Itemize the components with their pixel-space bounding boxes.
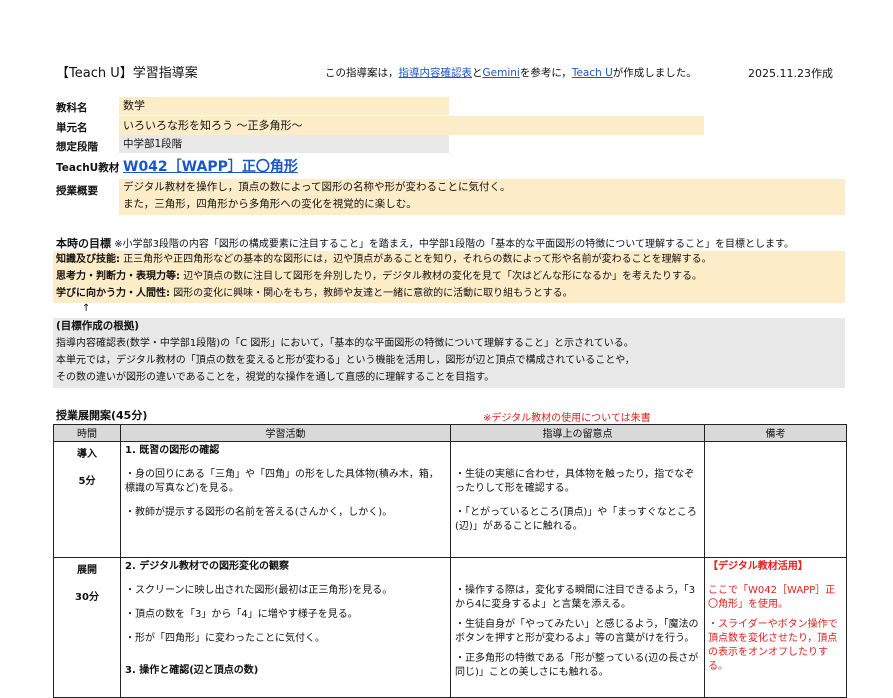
lesson-plan-table: 時間 学習活動 指導上の留意点 備考 導入 5分 1. 既習の図形の確認 ・身の…	[53, 424, 847, 698]
basis-box: (目標作成の根拠) 指導内容確認表(数学・中学部1段階)の「C 図形」において，…	[53, 318, 845, 388]
row2-time-cell: 展開 30分	[53, 557, 121, 698]
creation-date: 2025.11.23作成	[748, 67, 833, 80]
basis-line-2: 本単元では，デジタル教材の「頂点の数を変えると形が変わる」という機能を活用し，図…	[56, 355, 635, 366]
header-activity: 学習活動	[120, 424, 451, 442]
row1-points-cell: ・生徒の実態に合わせ，具体物を触ったり，指でなぞったりして形を確認する。 ・「と…	[450, 441, 705, 558]
overview-line-2: また，三角形，四角形から多角形への変化を視覚的に楽しむ。	[123, 198, 417, 210]
header-points: 指導上の留意点	[450, 424, 705, 442]
row1-phase: 導入	[77, 449, 97, 460]
basis-title: (目標作成の根拠)	[56, 320, 140, 332]
header-time: 時間	[53, 424, 121, 442]
arrow-up-icon: ↑	[82, 303, 91, 314]
material-label: TeachU教材	[56, 162, 120, 174]
row1-heading: 1. 既習の図形の確認	[125, 445, 220, 456]
goal-attitude-text: 図形の変化に興味・関心をもち，教師や友達と一緒に意欲的に活動に取り組もうとする。	[173, 288, 573, 299]
overview-box: デジタル教材を操作し，頂点の数によって図形の名称や形が変わることに気付く。 また…	[119, 179, 845, 215]
row1-activity-1: ・身の回りにある「三角」や「四角」の形をした具体物(積み木，箱，標識の写真など)…	[125, 469, 439, 494]
goal-knowledge-label: 知識及び技能:	[56, 254, 120, 265]
row1-duration: 5分	[78, 476, 96, 487]
row2-activity-2: ・頂点の数を「3」から「4」に増やす様子を見る。	[125, 609, 358, 620]
goal-attitude-label: 学びに向かう力・人間性:	[56, 288, 170, 299]
subject-value: 数学	[119, 97, 449, 115]
overview-line-1: デジタル教材を操作し，頂点の数によって図形の名称や形が変わることに気付く。	[123, 181, 511, 193]
row2-heading: 2. デジタル教材での図形変化の観察	[125, 561, 290, 572]
goal-thinking-text: 辺や頂点の数に注目して図形を弁別したり，デジタル教材の変化を見て「次はどんな形に…	[183, 271, 702, 282]
document-title: 【Teach U】学習指導案	[56, 66, 198, 81]
row1-point-1: ・生徒の実態に合わせ，具体物を触ったり，指でなぞったりして形を確認する。	[455, 469, 695, 494]
table-row: 導入 5分 1. 既習の図形の確認 ・身の回りにある「三角」や「四角」の形をした…	[53, 441, 847, 558]
material-link[interactable]: W042［WAPP］正〇角形	[123, 156, 298, 176]
goal-knowledge: 知識及び技能: 正三角形や正四角形などの基本的な図形には，辺や頂点があることを知…	[53, 251, 845, 268]
stage-label: 想定段階	[56, 141, 98, 153]
gemini-link[interactable]: Gemini	[483, 67, 520, 79]
goals-note: ※小学部3段階の内容「図形の構成要素に注目すること」を踏まえ，中学部1段階の「基…	[114, 239, 794, 250]
goals-heading: 本時の目標 ※小学部3段階の内容「図形の構成要素に注目すること」を踏まえ，中学部…	[56, 235, 794, 251]
row2-remarks-cell: 【デジタル教材活用】 ここで「W042［WAPP］正〇角形」を使用。 ・スライダ…	[704, 557, 847, 698]
note-prefix: この指導案は，	[325, 67, 399, 79]
row2-remark-1: ここで「W042［WAPP］正〇角形」を使用。	[708, 585, 836, 610]
row1-point-2: ・「とがっているところ(頂点)」や「まっすぐなところ(辺)」があることに触れる。	[455, 507, 697, 532]
row1-time-cell: 導入 5分	[53, 441, 121, 558]
goals-title: 本時の目標	[56, 237, 111, 250]
row2-activity-1: ・スクリーンに映し出された図形(最初は正三角形)を見る。	[125, 585, 393, 596]
row2-point-2: ・生徒自身が「やってみたい」と感じるよう，「魔法のボタンを押すと形が変わるよ」等…	[455, 619, 699, 644]
row1-remarks-cell	[704, 441, 847, 558]
row2-point-3: ・正多角形の特徴である「形が整っている(辺の長さが同じ)」ことの美しさにも触れる…	[455, 653, 699, 678]
note-and: と	[472, 67, 483, 79]
goal-knowledge-text: 正三角形や正四角形などの基本的な図形には，辺や頂点があることを知り，それらの数に…	[123, 254, 712, 265]
row2-remark-title: 【デジタル教材活用】	[708, 561, 808, 572]
table-header-row: 時間 学習活動 指導上の留意点 備考	[53, 424, 847, 442]
unit-label: 単元名	[56, 122, 88, 134]
note-suffix: が作成しました。	[612, 67, 697, 79]
subject-label: 教科名	[56, 102, 88, 114]
row2-phase: 展開	[77, 565, 97, 576]
goals-box: 知識及び技能: 正三角形や正四角形などの基本的な図形には，辺や頂点があることを知…	[53, 251, 845, 303]
row2-points-cell: ・操作する際は，変化する瞬間に注目できるよう，「3から4に変身するよ」と言葉を添…	[450, 557, 705, 698]
overview-label: 授業概要	[56, 185, 98, 197]
note-mid: を参考に，	[519, 67, 572, 79]
row2-duration: 30分	[75, 592, 99, 603]
content-checklist-link[interactable]: 指導内容確認表	[399, 67, 473, 79]
plan-note: ※デジタル教材の使用については朱書	[483, 413, 651, 424]
creation-note: この指導案は，指導内容確認表とGeminiを参考に，Teach Uが作成しました…	[325, 65, 697, 80]
row1-activity-cell: 1. 既習の図形の確認 ・身の回りにある「三角」や「四角」の形をした具体物(積み…	[120, 441, 451, 558]
row1-activity-2: ・教師が提示する図形の名前を答える(さんかく，しかく)。	[125, 507, 393, 518]
goal-attitude: 学びに向かう力・人間性: 図形の変化に興味・関心をもち，教師や友達と一緒に意欲的…	[53, 285, 845, 302]
unit-value: いろいろな形を知ろう 〜正多角形〜	[119, 116, 704, 135]
row2-heading-2: 3. 操作と確認(辺と頂点の数)	[125, 665, 259, 676]
basis-line-1: 指導内容確認表(数学・中学部1段階)の「C 図形」において，「基本的な平面図形の…	[56, 338, 634, 349]
table-row: 展開 30分 2. デジタル教材での図形変化の観察 ・スクリーンに映し出された図…	[53, 557, 847, 698]
goal-thinking-label: 思考力・判断力・表現力等:	[56, 271, 180, 282]
plan-title: 授業展開案(45分)	[56, 409, 148, 422]
stage-value: 中学部1段階	[119, 135, 449, 153]
goal-thinking: 思考力・判断力・表現力等: 辺や頂点の数に注目して図形を弁別したり，デジタル教材…	[53, 268, 845, 285]
row2-activity-cell: 2. デジタル教材での図形変化の観察 ・スクリーンに映し出された図形(最初は正三…	[120, 557, 451, 698]
teachu-link[interactable]: Teach U	[572, 67, 613, 79]
row2-point-1: ・操作する際は，変化する瞬間に注目できるよう，「3から4に変身するよ」と言葉を添…	[455, 585, 696, 610]
header-remarks: 備考	[704, 424, 847, 442]
row2-activity-3: ・形が「四角形」に変わったことに気付く。	[125, 633, 325, 644]
row2-remark-2: ・スライダーやボタン操作で頂点数を変化させたり，頂点の表示をオンオフしたりする。	[708, 619, 838, 672]
basis-line-3: その数の違いが図形の違いであることを，視覚的な操作を通して直感的に理解することを…	[56, 372, 495, 383]
